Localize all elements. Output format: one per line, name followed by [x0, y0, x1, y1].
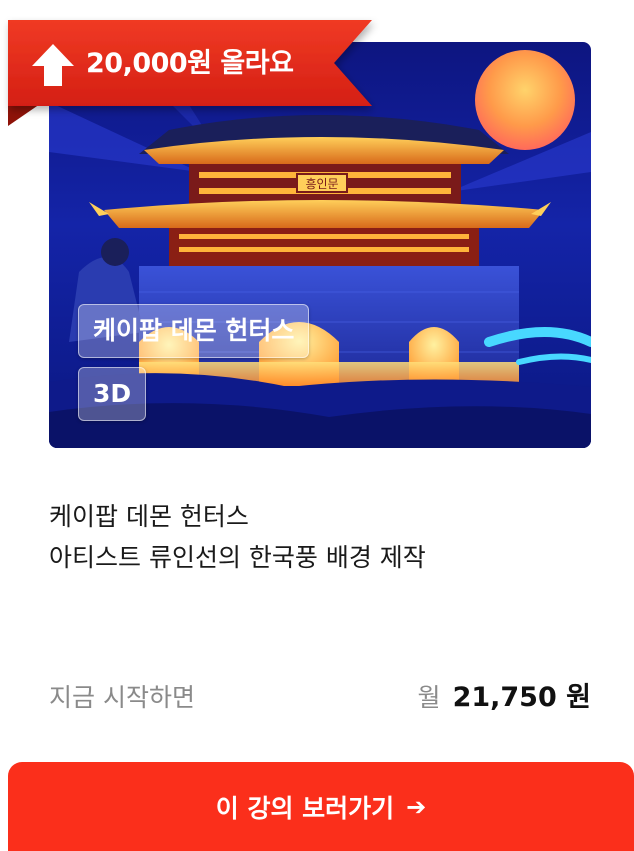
- start-label: 지금 시작하면: [49, 683, 195, 712]
- price-row: 지금 시작하면 월 21,750 원: [49, 676, 591, 720]
- course-title-line-1: 케이팝 데몬 헌터스: [49, 502, 249, 531]
- svg-text:흥인문: 흥인문: [305, 177, 338, 191]
- up-arrow-icon: [30, 42, 76, 88]
- monthly-price: 월 21,750 원: [418, 676, 591, 723]
- price-prefix: 월: [417, 683, 441, 712]
- badge-text: 20,000원 올라요: [86, 48, 294, 79]
- course-title-line-2: 아티스트 류인선의 한국풍 배경 제작: [49, 543, 426, 572]
- course-title[interactable]: 케이팝 데몬 헌터스 아티스트 류인선의 한국풍 배경 제작: [49, 496, 589, 578]
- price-amount: 21,750 원: [452, 682, 591, 713]
- arrow-right-icon: ➔: [406, 792, 427, 821]
- view-course-label: 이 강의 보러가기: [215, 793, 395, 823]
- course-card[interactable]: 흥인문 케이팝 데몬 헌터스 3D 20,000원 올라요 케이팝 데몬 헌터스…: [0, 0, 634, 851]
- view-course-button[interactable]: 이 강의 보러가기 ➔: [8, 762, 634, 851]
- format-chip: 3D: [78, 367, 147, 421]
- thumbnail-title-chip: 케이팝 데몬 헌터스: [78, 304, 310, 358]
- price-increase-badge: 20,000원 올라요: [0, 16, 380, 126]
- moon-shape: [475, 50, 575, 150]
